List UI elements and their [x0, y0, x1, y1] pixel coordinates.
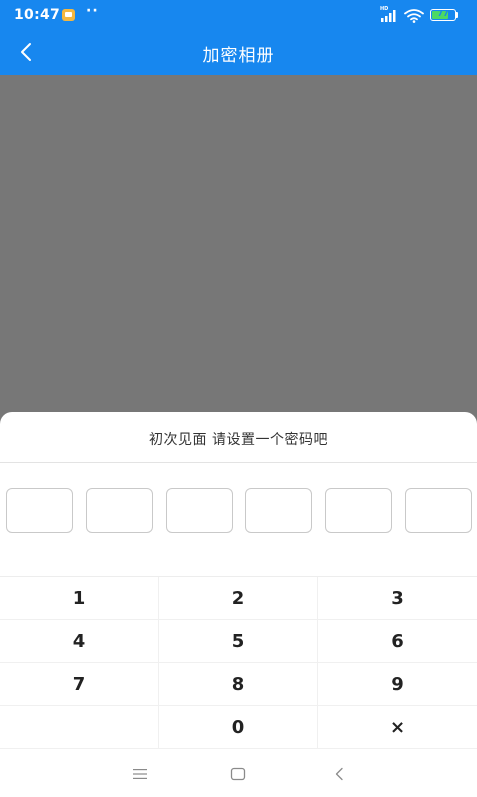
- keypad-empty-key: [0, 706, 159, 749]
- keypad-key-7[interactable]: 7: [0, 663, 159, 706]
- page-title: 加密相册: [202, 46, 275, 66]
- battery-icon: 77: [430, 9, 456, 21]
- dimmed-content-overlay: [0, 75, 477, 420]
- notification-app-icon: [62, 9, 75, 21]
- menu-icon: [133, 769, 147, 779]
- keypad-key-0[interactable]: 0: [159, 706, 318, 749]
- status-bar: 10:47 ·· HD 77: [0, 0, 477, 30]
- battery-cap: [456, 12, 458, 18]
- keypad-key-9[interactable]: 9: [318, 663, 477, 706]
- system-nav-bar: [0, 750, 477, 797]
- network-type-label: HD: [380, 6, 389, 12]
- keypad-key-5[interactable]: 5: [159, 620, 318, 663]
- status-time: 10:47: [14, 7, 61, 23]
- keypad-delete-key[interactable]: ×: [318, 706, 477, 749]
- signal-icon: HD: [380, 6, 398, 22]
- back-icon: [335, 767, 343, 781]
- keypad-key-6[interactable]: 6: [318, 620, 477, 663]
- nav-home-button[interactable]: [226, 762, 250, 786]
- pin-box-5[interactable]: [325, 488, 393, 533]
- keypad-key-8[interactable]: 8: [159, 663, 318, 706]
- home-icon: [230, 767, 246, 781]
- battery-percentage: 77: [437, 9, 449, 18]
- title-bar: 加密相册: [0, 30, 477, 75]
- pin-box-3[interactable]: [165, 488, 233, 533]
- keypad-key-1[interactable]: 1: [0, 577, 159, 620]
- sheet-divider: [0, 462, 477, 463]
- numeric-keypad: 1 2 3 4 5 6 7 8 9 0 ×: [0, 576, 477, 751]
- password-prompt: 初次见面 请设置一个密码吧: [149, 432, 328, 448]
- keypad-key-4[interactable]: 4: [0, 620, 159, 663]
- notification-dots: ··: [86, 3, 99, 19]
- pin-box-2[interactable]: [85, 488, 153, 533]
- nav-back-button[interactable]: [327, 762, 351, 786]
- keypad-key-3[interactable]: 3: [318, 577, 477, 620]
- pin-box-1[interactable]: [6, 488, 73, 533]
- pin-box-6[interactable]: [405, 488, 472, 533]
- wifi-icon: [404, 8, 424, 27]
- pin-box-4[interactable]: [245, 488, 313, 533]
- pin-input-boxes: [6, 488, 472, 533]
- keypad-key-2[interactable]: 2: [159, 577, 318, 620]
- nav-menu-button[interactable]: [128, 762, 152, 786]
